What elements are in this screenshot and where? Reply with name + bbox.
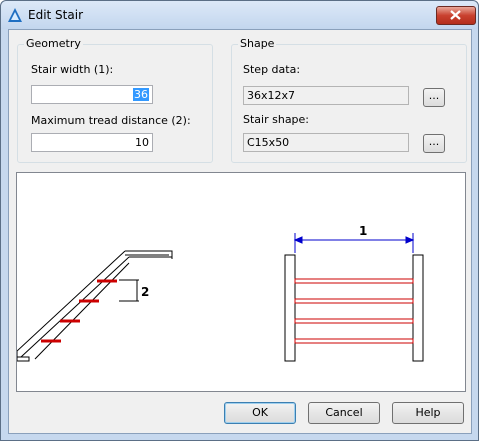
max-tread-distance-value: 10 xyxy=(135,136,149,149)
close-button[interactable] xyxy=(436,6,476,25)
autocad-app-icon xyxy=(8,8,22,22)
stair-shape-browse-button[interactable]: ... xyxy=(423,134,445,153)
stair-width-label: Stair width (1): xyxy=(31,63,114,76)
max-tread-distance-input[interactable]: 10 xyxy=(31,133,153,152)
step-data-browse-button[interactable]: ... xyxy=(423,88,445,107)
side-view-stair xyxy=(16,250,173,362)
stair-shape-label: Stair shape: xyxy=(243,113,310,126)
stair-width-dim-label: 1 xyxy=(359,224,367,238)
tread-distance-dim-label: 2 xyxy=(141,285,149,299)
close-icon xyxy=(450,10,461,20)
window-title: Edit Stair xyxy=(28,8,83,22)
stair-preview-drawing: 2 1 xyxy=(16,224,424,362)
edit-stair-dialog: Edit Stair Geometry Stair width (1): 36 … xyxy=(0,0,479,441)
stair-preview-panel: 2 1 xyxy=(16,172,466,392)
stair-width-input[interactable]: 36 xyxy=(31,85,153,104)
step-data-field: 36x12x7 xyxy=(243,86,409,105)
side-view-treads xyxy=(41,279,117,343)
plan-view-stair xyxy=(284,254,424,362)
dialog-client-area: Geometry Stair width (1): 36 Maximum tre… xyxy=(8,29,472,434)
stair-width-value: 36 xyxy=(133,88,149,101)
max-tread-distance-label: Maximum tread distance (2): xyxy=(31,114,191,127)
shape-group-label: Shape xyxy=(238,37,277,50)
ok-button[interactable]: OK xyxy=(224,402,296,424)
stair-shape-field: C15x50 xyxy=(243,133,409,152)
help-button[interactable]: Help xyxy=(392,402,464,424)
plan-view-treads xyxy=(294,278,414,344)
tread-distance-dimension xyxy=(119,279,139,302)
step-data-label: Step data: xyxy=(243,63,301,76)
title-bar[interactable]: Edit Stair xyxy=(1,1,478,29)
geometry-group-label: Geometry xyxy=(24,37,83,50)
stair-width-dimension xyxy=(293,233,415,253)
cancel-button[interactable]: Cancel xyxy=(308,402,380,424)
